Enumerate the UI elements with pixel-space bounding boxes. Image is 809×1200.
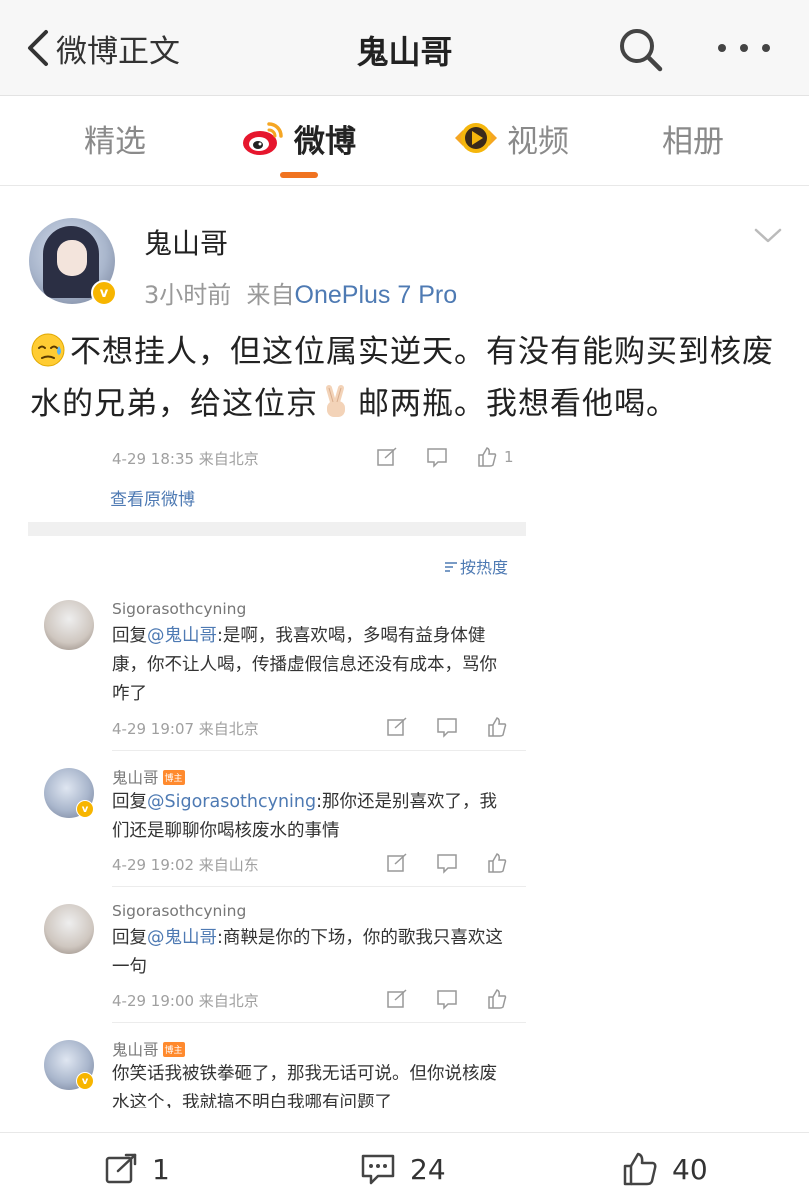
comment-count: 24 xyxy=(410,1152,446,1186)
mention: @Sigorasothcyning xyxy=(147,792,317,812)
comment-meta: 4-29 19:07 来自北京 xyxy=(112,720,259,738)
avatar-face xyxy=(57,240,87,276)
original-like-count: 1 xyxy=(504,448,514,466)
more-options-icon[interactable] xyxy=(718,28,770,68)
repost-count: 1 xyxy=(152,1152,170,1186)
top-nav-bar: 微博正文 鬼山哥 xyxy=(0,0,809,96)
weibo-logo-icon xyxy=(243,122,283,155)
divider xyxy=(28,522,526,536)
comment-icon xyxy=(361,1154,395,1185)
blogger-badge: 博主 xyxy=(162,1042,185,1057)
comment-author-name: 鬼山哥 xyxy=(112,1041,159,1059)
video-badge-icon xyxy=(455,123,497,153)
active-tab-indicator xyxy=(280,172,318,178)
repost-icon xyxy=(105,1153,137,1184)
divider xyxy=(112,1022,526,1023)
sort-label: 按热度 xyxy=(460,558,509,577)
tab-label: 精选 xyxy=(84,123,146,160)
tab-label: 视频 xyxy=(507,123,569,160)
reply-prefix: 回复 xyxy=(112,626,147,646)
comment-meta: 4-29 19:02 来自山东 xyxy=(112,856,259,874)
sort-by-hot: 按热度 xyxy=(444,554,508,578)
share-icon xyxy=(387,853,407,872)
post-source[interactable]: OnePlus 7 Pro xyxy=(295,281,458,309)
embedded-screenshot[interactable]: 4-29 18:35 来自北京 1 查看原微博 按热度 Sigorasothcy… xyxy=(28,436,526,1108)
sweat-emoji-icon xyxy=(31,333,65,367)
blogger-badge: 博主 xyxy=(162,770,185,785)
comment-author: Sigorasothcyning xyxy=(112,600,247,618)
comment-author-name: 鬼山哥 xyxy=(112,769,159,787)
like-icon xyxy=(478,447,497,467)
more-dot xyxy=(718,44,726,52)
verified-badge-icon: v xyxy=(76,800,94,818)
comment-text: 你笑话我被铁拳砸了，那我无话可说。但你说核废水这个，我就搞不明白我哪有问题了 xyxy=(112,1064,497,1108)
reply-prefix: 回复 xyxy=(112,792,147,812)
tab-weibo[interactable]: 微博 xyxy=(240,116,356,160)
view-original-link: 查看原微博 xyxy=(110,490,195,510)
tab-label: 相册 xyxy=(662,123,724,160)
like-icon xyxy=(488,853,507,873)
like-count: 40 xyxy=(672,1152,708,1186)
mention: @鬼山哥 xyxy=(147,928,217,948)
post-meta: 3小时前 来自OnePlus 7 Pro xyxy=(144,275,457,310)
chevron-left-icon xyxy=(28,30,48,66)
sort-icon xyxy=(445,562,457,572)
like-button[interactable]: 40 xyxy=(622,1149,708,1189)
divider xyxy=(112,886,526,887)
divider xyxy=(112,750,526,751)
comment-icon xyxy=(427,448,447,468)
comment-author: 鬼山哥 博主 xyxy=(112,766,185,788)
share-icon xyxy=(387,717,407,736)
comment-icon xyxy=(437,990,457,1010)
share-icon xyxy=(377,447,397,466)
repost-button[interactable]: 1 xyxy=(104,1149,170,1189)
more-dot xyxy=(762,44,770,52)
comment-button[interactable]: 24 xyxy=(360,1149,446,1189)
like-icon xyxy=(488,989,507,1009)
comment-meta: 4-29 19:00 来自北京 xyxy=(112,992,259,1010)
search-icon[interactable] xyxy=(617,26,665,74)
comment-text: 回复@鬼山哥:商鞅是你的下场，你的歌我只喜欢这一句 xyxy=(112,924,512,982)
mention: @鬼山哥 xyxy=(147,626,217,646)
chevron-down-icon[interactable] xyxy=(753,226,783,246)
reply-prefix: 回复 xyxy=(112,928,147,948)
thumbs-up-icon xyxy=(623,1152,657,1186)
profile-tabs: 精选 微博 视频 相册 xyxy=(0,96,809,186)
post-from: 来自 xyxy=(246,281,295,309)
comment-text: 回复@Sigorasothcyning:那你还是别喜欢了，我们还是聊聊你喝核废水… xyxy=(112,788,512,846)
back-button[interactable]: 微博正文 xyxy=(22,26,180,70)
tab-featured[interactable]: 精选 xyxy=(84,116,146,160)
like-icon xyxy=(488,717,507,737)
avatar[interactable]: v xyxy=(29,218,117,306)
post-text-part2: 邮两瓶。我想看他喝。 xyxy=(358,386,678,422)
comment-icon xyxy=(437,854,457,874)
post-action-bar: 1 24 40 xyxy=(0,1132,809,1200)
comment-avatar xyxy=(44,600,94,650)
tab-video[interactable]: 视频 xyxy=(453,116,569,160)
post-text: 不想挂人，但这位属实逆天。有没有能购买到核废水的兄弟，给这位京 邮两瓶。我想看他… xyxy=(30,326,785,430)
verified-badge-icon: v xyxy=(76,1072,94,1090)
victory-hand-emoji-icon xyxy=(326,385,345,417)
tab-album[interactable]: 相册 xyxy=(662,116,724,160)
more-dot xyxy=(740,44,748,52)
comment-avatar xyxy=(44,904,94,954)
tab-label: 微博 xyxy=(294,123,356,160)
share-icon xyxy=(387,989,407,1008)
comment-avatar: v xyxy=(44,1040,94,1090)
comment-text: 回复@鬼山哥:是啊，我喜欢喝，多喝有益身体健康，你不让人喝，传播虚假信息还没有成… xyxy=(112,622,512,709)
comment-author: 鬼山哥 博主 xyxy=(112,1038,185,1060)
verified-badge-icon: v xyxy=(91,280,117,306)
author-name[interactable]: 鬼山哥 xyxy=(144,222,228,262)
post-time: 3小时前 xyxy=(144,281,232,309)
comment-avatar: v xyxy=(44,768,94,818)
back-label: 微博正文 xyxy=(56,33,180,70)
comment-author: Sigorasothcyning xyxy=(112,902,247,920)
comment-icon xyxy=(437,718,457,738)
original-post-meta: 4-29 18:35 来自北京 xyxy=(112,450,259,468)
